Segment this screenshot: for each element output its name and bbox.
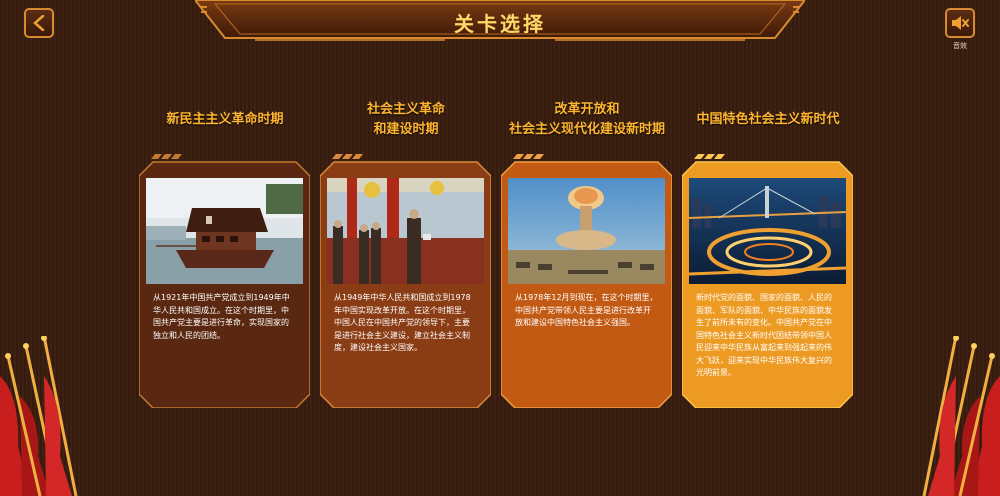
level-card-1[interactable]: 从1921年中国共产党成立到1949年中华人民共和国成立。在这个时期里，中国共产… [139,152,310,408]
sound-label: 音效 [953,42,967,50]
chevron-left-icon [33,15,45,31]
red-flag-right-decoration [900,335,1000,496]
speaker-muted-icon [952,16,969,30]
boat-photo [146,178,303,284]
page-title: 关卡选择 [454,12,546,36]
title-banner: 关卡选择 [195,0,805,48]
red-flag-left-decoration [0,335,100,496]
back-button[interactable] [24,8,54,38]
level-description: 从1949年中华人民共和国成立到1978年中国实现改革开放。在这个时期里，中国人… [334,293,471,352]
level-description: 从1921年中国共产党成立到1949年中华人民共和国成立。在这个时期里，中国共产… [153,293,290,340]
sound-toggle-button[interactable] [945,8,975,38]
heading-period-1: 新民主主义革命时期 [166,112,284,127]
heading-period-4: 中国特色社会主义新时代 [696,112,840,127]
level-card-3[interactable]: 从1978年12月到现在，在这个时期里，中国共产党带领人民主要是进行改革开放和建… [501,152,672,408]
level-card-4[interactable]: 新时代党的面貌、国家的面貌、人民的面貌、军队的面貌、中华民族的面貌发生了前所未有… [682,152,853,408]
founding-ceremony-photo [327,178,484,284]
bridge-night-photo [689,178,846,284]
mushroom-cloud-photo [508,178,665,284]
level-description: 从1978年12月到现在，在这个时期里，中国共产党带领人民主要是进行改革开放和建… [515,293,658,327]
heading-period-2: 社会主义革命 和建设时期 [366,102,445,137]
level-card-2[interactable]: 从1949年中华人民共和国成立到1978年中国实现改革开放。在这个时期里，中国人… [320,152,491,408]
heading-period-3: 改革开放和 社会主义现代化建设新时期 [508,102,665,137]
level-description: 新时代党的面貌、国家的面貌、人民的面貌、军队的面貌、中华民族的面貌发生了前所未有… [696,293,832,377]
